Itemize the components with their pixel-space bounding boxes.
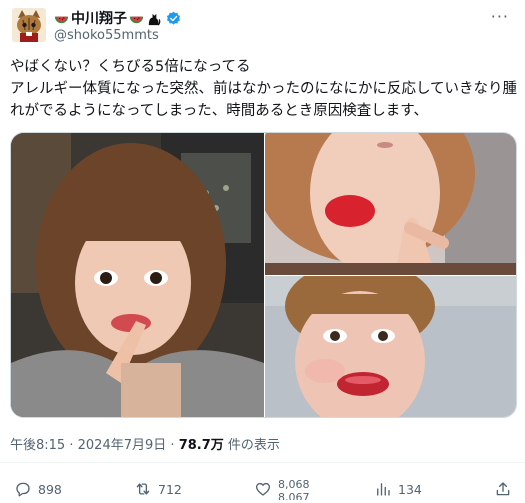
post-date[interactable]: 2024年7月9日 <box>78 438 167 453</box>
divider <box>0 462 525 463</box>
more-options-icon[interactable]: ··· <box>491 9 509 25</box>
bar-chart-icon <box>377 483 390 496</box>
meta-separator: · <box>69 438 74 453</box>
author-handle[interactable]: @shoko55mmts <box>54 28 159 43</box>
action-bar: 898 712 8,068 8,067 134 <box>0 472 525 502</box>
repost-icon <box>136 483 150 495</box>
watermelon-icon <box>54 16 69 23</box>
post-text: やばくない？くちびる5倍になってる アレルギー体質になった突然、前はなかったのに… <box>10 59 518 119</box>
post-time[interactable]: 午後8:15 <box>10 438 65 453</box>
author-display-name[interactable]: 中川翔子 <box>71 8 127 28</box>
verified-badge-icon <box>166 11 181 25</box>
repost-button[interactable]: 712 <box>134 478 182 500</box>
views-button[interactable]: 134 <box>374 478 422 500</box>
selfie-pointing-lips[interactable] <box>11 133 264 417</box>
author-name-row[interactable]: 中川翔子 <box>54 9 181 27</box>
media-grid <box>10 132 517 418</box>
heart-icon <box>255 482 271 496</box>
share-icon <box>496 482 510 496</box>
selfie-swollen-lips[interactable] <box>265 276 516 417</box>
watermelon-icon <box>129 16 144 23</box>
meta-separator: · <box>170 438 175 453</box>
analytics-count: 134 <box>398 481 422 497</box>
avatar[interactable] <box>12 8 46 42</box>
reply-icon <box>16 482 30 497</box>
selfie-finger-on-lip[interactable] <box>265 133 516 275</box>
post-metadata: 午後8:15 · 2024年7月9日 · 78.7万 件の表示 <box>10 434 280 453</box>
like-button[interactable]: 8,068 8,067 <box>254 478 318 500</box>
share-button[interactable] <box>494 478 512 500</box>
views-count: 78.7万 <box>178 438 224 453</box>
post-header: 中川翔子 @shoko55mmts ··· <box>10 6 515 46</box>
like-count-rolling: 8,068 8,067 <box>278 478 318 500</box>
like-count-next: 8,067 <box>278 491 310 500</box>
views-label: 件の表示 <box>227 438 280 453</box>
cat-avatar-icon <box>12 8 46 42</box>
reply-count: 898 <box>38 481 62 497</box>
reply-button[interactable]: 898 <box>14 478 62 500</box>
black-cat-icon <box>148 13 161 26</box>
repost-count: 712 <box>158 481 182 497</box>
like-count: 8,068 <box>278 478 310 491</box>
